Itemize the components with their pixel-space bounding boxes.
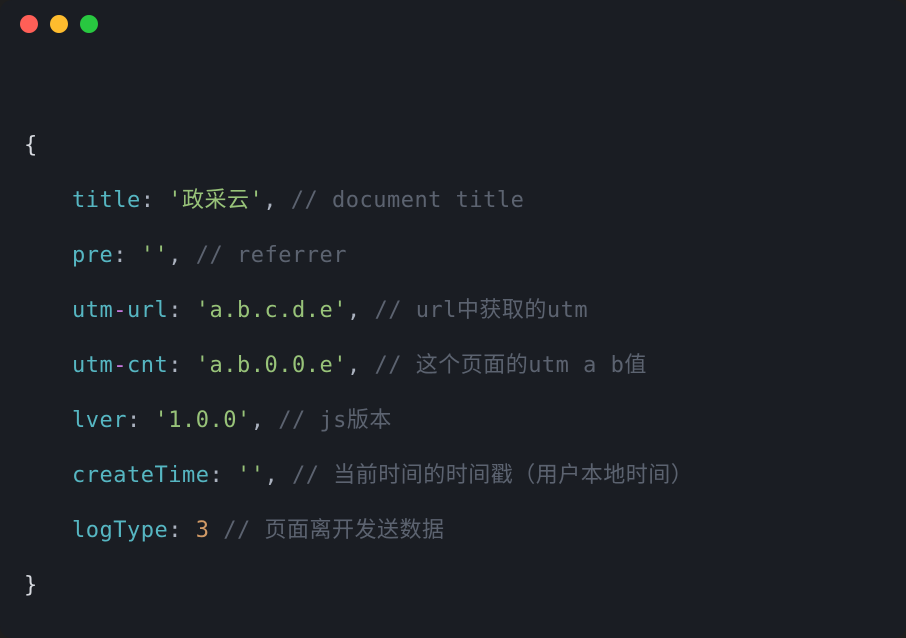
comma: ,: [264, 463, 292, 488]
property-value: '': [237, 463, 265, 488]
comment: // js版本: [278, 408, 392, 433]
property-key: pre: [72, 243, 113, 268]
property-value: '政采云': [168, 188, 263, 213]
code-window: { title: '政采云', // document title pre: '…: [0, 0, 906, 638]
separator: :: [168, 353, 196, 378]
code-line: title: '政采云', // document title: [24, 173, 882, 228]
property-value: '1.0.0': [154, 408, 250, 433]
separator: :: [127, 408, 155, 433]
code-line: lver: '1.0.0', // js版本: [24, 393, 882, 448]
separator: :: [168, 518, 196, 543]
property-key: logType: [72, 518, 168, 543]
separator: :: [141, 188, 169, 213]
comma: ,: [263, 188, 291, 213]
close-icon[interactable]: [20, 15, 38, 33]
code-line: createTime: '', // 当前时间的时间戳（用户本地时间）: [24, 448, 882, 503]
space: [209, 518, 223, 543]
code-line: }: [24, 558, 882, 613]
property-key-suffix: cnt: [127, 353, 168, 378]
property-key-prefix: utm: [72, 353, 113, 378]
comment: // 页面离开发送数据: [223, 518, 444, 543]
comment: // 当前时间的时间戳（用户本地时间）: [292, 463, 693, 488]
comma: ,: [168, 243, 196, 268]
comment: // referrer: [196, 243, 347, 268]
property-key: lver: [72, 408, 127, 433]
comment: // document title: [291, 188, 525, 213]
property-value: 'a.b.c.d.e': [196, 298, 347, 323]
property-value: '': [141, 243, 169, 268]
operator: -: [113, 353, 127, 378]
separator: :: [113, 243, 141, 268]
code-line: pre: '', // referrer: [24, 228, 882, 283]
property-key-prefix: utm: [72, 298, 113, 323]
property-key: createTime: [72, 463, 209, 488]
operator: -: [113, 298, 127, 323]
open-brace: {: [24, 133, 38, 158]
comma: ,: [347, 353, 375, 378]
property-value: 3: [196, 518, 210, 543]
code-line: utm-cnt: 'a.b.0.0.e', // 这个页面的utm a b值: [24, 338, 882, 393]
code-block: { title: '政采云', // document title pre: '…: [0, 48, 906, 637]
property-value: 'a.b.0.0.e': [196, 353, 347, 378]
comma: ,: [251, 408, 279, 433]
code-line: logType: 3 // 页面离开发送数据: [24, 503, 882, 558]
property-key: title: [72, 188, 141, 213]
minimize-icon[interactable]: [50, 15, 68, 33]
comma: ,: [347, 298, 375, 323]
separator: :: [209, 463, 237, 488]
code-line: {: [24, 118, 882, 173]
maximize-icon[interactable]: [80, 15, 98, 33]
comment: // 这个页面的utm a b值: [374, 353, 646, 378]
close-brace: }: [24, 573, 38, 598]
separator: :: [168, 298, 196, 323]
property-key-suffix: url: [127, 298, 168, 323]
window-titlebar: [0, 0, 906, 48]
code-line: utm-url: 'a.b.c.d.e', // url中获取的utm: [24, 283, 882, 338]
comment: // url中获取的utm: [374, 298, 588, 323]
